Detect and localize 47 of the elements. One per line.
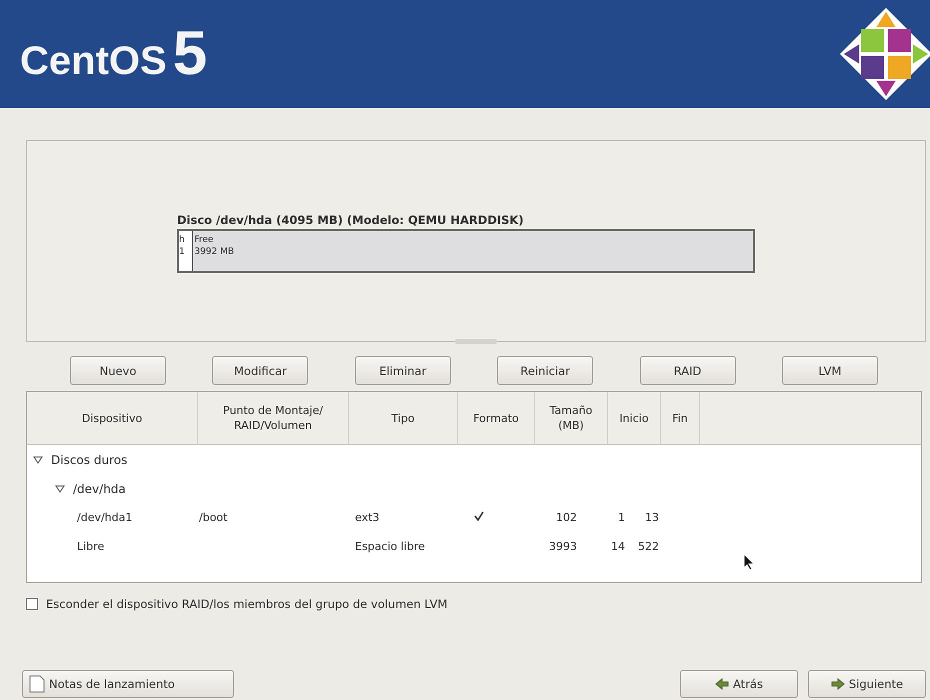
document-icon xyxy=(29,675,45,693)
table-cell-text: Libre xyxy=(76,540,106,553)
action-button[interactable]: Eliminar xyxy=(354,356,451,385)
action-button[interactable]: Modificar xyxy=(212,356,308,385)
logo-text: CentOS xyxy=(20,39,167,84)
table-cell-text: 14 xyxy=(610,540,626,553)
release-notes-button[interactable]: Notas de lanzamiento xyxy=(22,670,234,698)
segment-size: 1 xyxy=(179,246,186,258)
table-cell-text: 1 xyxy=(617,511,626,524)
right-arrow-icon xyxy=(830,678,845,690)
expander-icon[interactable] xyxy=(33,456,43,464)
column-header[interactable]: Tamaño (MB) xyxy=(535,392,608,444)
next-button[interactable]: Siguiente xyxy=(808,670,926,698)
expander-icon[interactable] xyxy=(55,484,65,492)
checkbox[interactable] xyxy=(26,598,38,610)
action-button[interactable]: Reiniciar xyxy=(497,356,594,385)
logo-version: 5 xyxy=(172,23,208,85)
column-header[interactable]: Inicio xyxy=(608,392,661,444)
emblem-icon xyxy=(838,6,930,102)
action-button[interactable]: LVM xyxy=(782,356,878,385)
table-cell-text: 3993 xyxy=(548,540,578,553)
table-cell-text: 102 xyxy=(555,511,578,524)
left-arrow-icon xyxy=(715,678,730,690)
mouse-pointer-icon xyxy=(743,553,755,571)
table-cell-text: Espacio libre xyxy=(354,540,426,553)
action-button[interactable]: RAID xyxy=(640,356,736,385)
table-cell-text: 522 xyxy=(637,540,660,553)
column-header[interactable]: Tipo xyxy=(349,392,458,444)
tree-item[interactable]: Discos duros xyxy=(51,452,128,466)
back-button[interactable]: Atrás xyxy=(680,670,798,698)
segment-label: h xyxy=(179,234,186,246)
tree-item[interactable]: /dev/hda xyxy=(73,482,126,496)
table-cell-text: ext3 xyxy=(354,511,380,524)
disk-segment[interactable]: h 1 xyxy=(179,231,194,271)
segment-size: 3992 MB xyxy=(194,246,236,258)
column-header[interactable]: Formato xyxy=(458,392,535,444)
column-header[interactable]: Dispositivo xyxy=(27,392,198,444)
table-cell-text: 13 xyxy=(644,511,660,524)
table-cell-text: /dev/hda1 xyxy=(76,511,134,524)
pane-handle[interactable] xyxy=(455,339,497,344)
segment-label: Free xyxy=(194,234,214,246)
checkbox-label[interactable]: Esconder el dispositivo RAID/los miembros del grupo de volumen LVM xyxy=(46,597,448,611)
action-button[interactable]: Nuevo xyxy=(70,356,166,385)
column-header[interactable]: Punto de Montaje/ RAID/Volumen xyxy=(198,392,349,444)
disk-title: Disco /dev/hda (4095 MB) (Modelo: QEMU HARDDISK) xyxy=(177,213,525,227)
column-header[interactable]: Fin xyxy=(661,392,700,444)
table-cell: /boot xyxy=(199,511,228,524)
